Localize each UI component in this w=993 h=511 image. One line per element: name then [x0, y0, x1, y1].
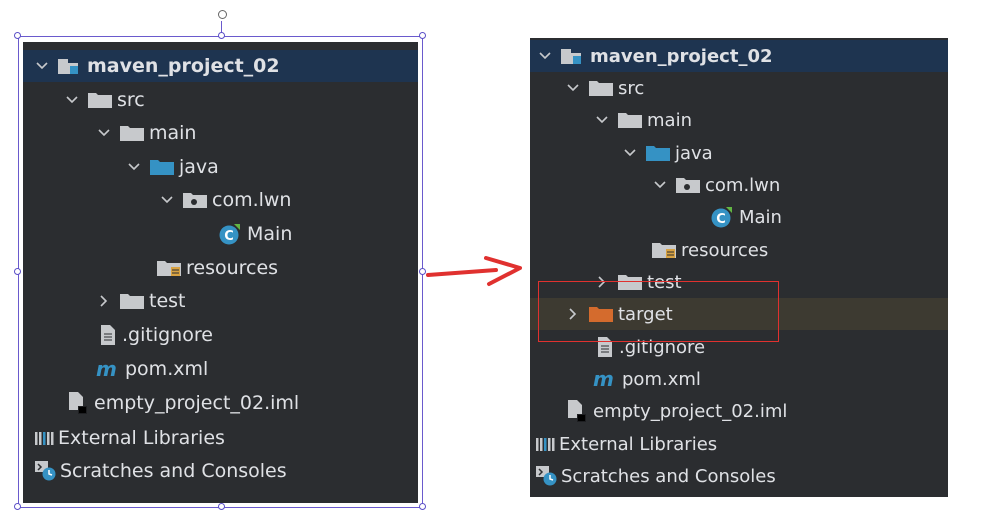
resize-handle-top-right[interactable] [419, 32, 426, 39]
libraries-icon [536, 435, 556, 453]
tree-label-resources: resources [681, 239, 769, 261]
tree-row-pom[interactable]: m pom.xml [530, 363, 948, 395]
resources-folder-icon [652, 241, 676, 259]
resize-handle-right[interactable] [419, 268, 426, 275]
resize-handle-left[interactable] [14, 268, 21, 275]
tree-row-external-libraries[interactable]: External Libraries [530, 428, 948, 460]
tree-row-java[interactable]: java [530, 137, 948, 169]
tree-label-iml: empty_project_02.iml [593, 400, 788, 422]
source-folder-icon [646, 144, 670, 162]
maven-icon: m [593, 368, 617, 390]
resize-handle-bottom[interactable] [218, 503, 225, 510]
tree-label-root: maven_project_02 [590, 45, 773, 67]
tree-label-main: main [647, 109, 692, 131]
scratches-icon [536, 465, 558, 487]
tree-row-main[interactable]: main [530, 104, 948, 136]
rotation-handle[interactable] [218, 10, 227, 19]
tree-label-src: src [618, 77, 645, 99]
iml-file-icon [566, 399, 588, 423]
class-icon: C [710, 206, 734, 228]
tree-row-scratches[interactable]: Scratches and Consoles [530, 460, 948, 492]
tree-row-root[interactable]: maven_project_02 [530, 40, 948, 72]
tree-label-pom: pom.xml [622, 368, 701, 390]
resize-handle-top[interactable] [218, 32, 225, 39]
selection-frame[interactable] [18, 36, 423, 508]
chevron-down-icon[interactable] [566, 81, 580, 95]
svg-text:m: m [593, 368, 614, 390]
tree-row-main-class[interactable]: C Main [530, 201, 948, 233]
arrow-right-icon [426, 256, 522, 286]
tree-label-scratches: Scratches and Consoles [561, 465, 776, 487]
package-icon [676, 176, 700, 194]
folder-icon [589, 79, 613, 97]
tree-row-src[interactable]: src [530, 72, 948, 104]
tree-label-main-class: Main [739, 206, 782, 228]
resize-handle-bottom-right[interactable] [419, 503, 426, 510]
tree-row-package[interactable]: com.lwn [530, 169, 948, 201]
tree-label-external-libraries: External Libraries [559, 433, 718, 455]
chevron-down-icon[interactable] [653, 178, 667, 192]
tree-row-iml[interactable]: empty_project_02.iml [530, 395, 948, 427]
chevron-down-icon[interactable] [595, 113, 609, 127]
svg-text:C: C [716, 212, 726, 227]
module-icon [561, 47, 585, 65]
project-tree-after: maven_project_02 src main java com.lwn C… [530, 38, 948, 497]
tree-label-java: java [675, 142, 713, 164]
resize-handle-top-left[interactable] [14, 32, 21, 39]
highlight-box [538, 281, 779, 342]
folder-icon [618, 111, 642, 129]
tree-row-resources[interactable]: resources [530, 234, 948, 266]
resize-handle-bottom-left[interactable] [14, 503, 21, 510]
chevron-down-icon[interactable] [623, 146, 637, 160]
tree-label-package: com.lwn [705, 174, 781, 196]
chevron-down-icon[interactable] [538, 49, 552, 63]
